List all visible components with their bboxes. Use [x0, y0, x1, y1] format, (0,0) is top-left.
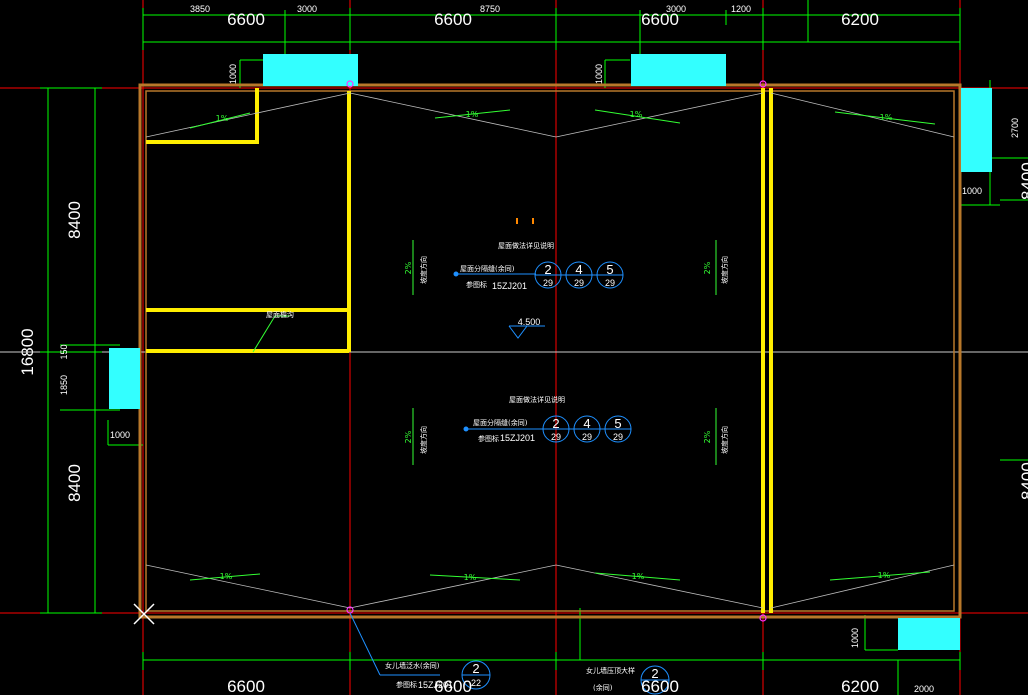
slope-dir-u2: 坡度方向	[720, 256, 729, 284]
bottom-std-code: 15ZJ201	[418, 680, 453, 690]
opening-top-left	[263, 54, 358, 86]
roof-note-upper: 屋面做法详见说明	[498, 241, 554, 250]
detail-lower-left-num: 2	[472, 661, 479, 676]
bottom-std-prefix: 参图标	[396, 680, 417, 689]
dim-top-4: 6200	[841, 10, 879, 29]
slope-1pct-br: 1%	[878, 571, 891, 580]
bottom-note-coping: 女儿墙压顶大样	[586, 666, 635, 675]
dim-mark-top-right: 1000	[594, 64, 604, 84]
detail-lower-left-sheet: 22	[471, 678, 481, 688]
dim-top-2: 6600	[434, 10, 472, 29]
dim-bottom-small-1000: 1000	[850, 628, 860, 648]
slope-1pct-bl: 1%	[220, 572, 233, 581]
yellow-walls	[146, 88, 773, 613]
dim-left-lower: 8400	[65, 464, 84, 502]
opening-right	[961, 88, 992, 172]
small-marks	[516, 218, 534, 224]
dim-left-small-1850: 1850	[59, 375, 69, 395]
blue-leaders	[349, 271, 545, 676]
bottom-note-parapet: 女儿墙泛水(余同)	[385, 661, 440, 670]
dim-mark-top-left: 1000	[228, 64, 238, 84]
cad-roof-plan: 6600 6600 6600 6200 6600 6600 6600 6200 …	[0, 0, 1028, 695]
dim-bottom-3: 6600	[641, 677, 679, 695]
detail-bot-1-sheet: 29	[551, 432, 561, 442]
slope-1pct-tl: 1%	[216, 114, 229, 123]
detail-top-3-num: 5	[606, 262, 613, 277]
dim-small-top-1: 3850	[190, 4, 210, 14]
elevation-mark: 4.500	[518, 317, 541, 327]
slope-2pct-u1: 2%	[404, 261, 413, 274]
detail-circles-lower	[461, 660, 670, 695]
corner-cross-icon	[133, 603, 155, 625]
slope-1pct-b3: 1%	[632, 572, 645, 581]
dim-small-top-2: 3000	[297, 4, 317, 14]
slope-2pct-l2: 2%	[703, 430, 712, 443]
drain-note-upper: 屋面分隔缝(余同)	[460, 264, 515, 273]
grid-lines	[0, 0, 1028, 695]
slope-2pct-l1: 2%	[404, 430, 413, 443]
detail-bot-3-num: 5	[614, 416, 621, 431]
detail-top-1-num: 2	[544, 262, 551, 277]
drain-note-lower: 屋面分隔缝(余同)	[473, 418, 528, 427]
opening-bottom-right	[898, 618, 960, 650]
slope-1pct-t2: 1%	[466, 110, 479, 119]
dim-small-top-4: 3000	[666, 4, 686, 14]
std-code-upper: 15ZJ201	[492, 281, 527, 291]
slope-dir-u1: 坡度方向	[419, 256, 428, 284]
detail-bot-1-num: 2	[552, 416, 559, 431]
dim-left-small-150: 150	[59, 344, 69, 359]
slope-1pct-t3: 1%	[630, 110, 643, 119]
dim-bottom-4: 6200	[841, 677, 879, 695]
opening-left	[109, 348, 140, 409]
dim-right-small-2700: 2700	[1010, 118, 1020, 138]
std-prefix-upper: 参图标	[466, 280, 487, 289]
roof-note-lower: 屋面做法详见说明	[509, 395, 565, 404]
detail-bot-3-sheet: 29	[613, 432, 623, 442]
opening-top-right	[631, 54, 726, 86]
slope-1pct-tr: 1%	[880, 113, 893, 122]
dim-left-upper: 8400	[65, 201, 84, 239]
detail-bot-2-sheet: 29	[582, 432, 592, 442]
std-code-lower: 15ZJ201	[500, 433, 535, 443]
slope-1pct-b2: 1%	[464, 573, 477, 582]
slope-2pct-u2: 2%	[703, 261, 712, 274]
detail-top-3-sheet: 29	[605, 278, 615, 288]
slope-dir-l2: 坡度方向	[720, 426, 729, 454]
detail-top-2-sheet: 29	[574, 278, 584, 288]
eave-label: 屋面檐沟	[266, 310, 294, 319]
dim-right-upper-partial: 8400	[1018, 162, 1028, 200]
detail-top-2-num: 4	[575, 262, 582, 277]
dim-left-small-1000: 1000	[110, 430, 130, 440]
slope-dir-l1: 坡度方向	[419, 426, 428, 454]
dim-right-small-1000: 1000	[962, 186, 982, 196]
detail-lower-mid-num: 2	[651, 666, 658, 681]
std-prefix-lower: 参图标	[478, 434, 499, 443]
detail-top-1-sheet: 29	[543, 278, 553, 288]
dim-right-lower-partial: 8400	[1018, 462, 1028, 500]
dim-bottom-small-2000: 2000	[914, 684, 934, 694]
dim-left-total: 16800	[18, 328, 37, 375]
dim-small-top-3: 8750	[480, 4, 500, 14]
dim-bottom-1: 6600	[227, 677, 265, 695]
detail-bot-2-num: 4	[583, 416, 590, 431]
slope-arrows	[189, 109, 936, 581]
dim-small-top-5: 1200	[731, 4, 751, 14]
dim-top-1: 6600	[227, 10, 265, 29]
dimension-lines	[40, 0, 1028, 695]
bottom-note-same: (余同)	[593, 683, 613, 692]
